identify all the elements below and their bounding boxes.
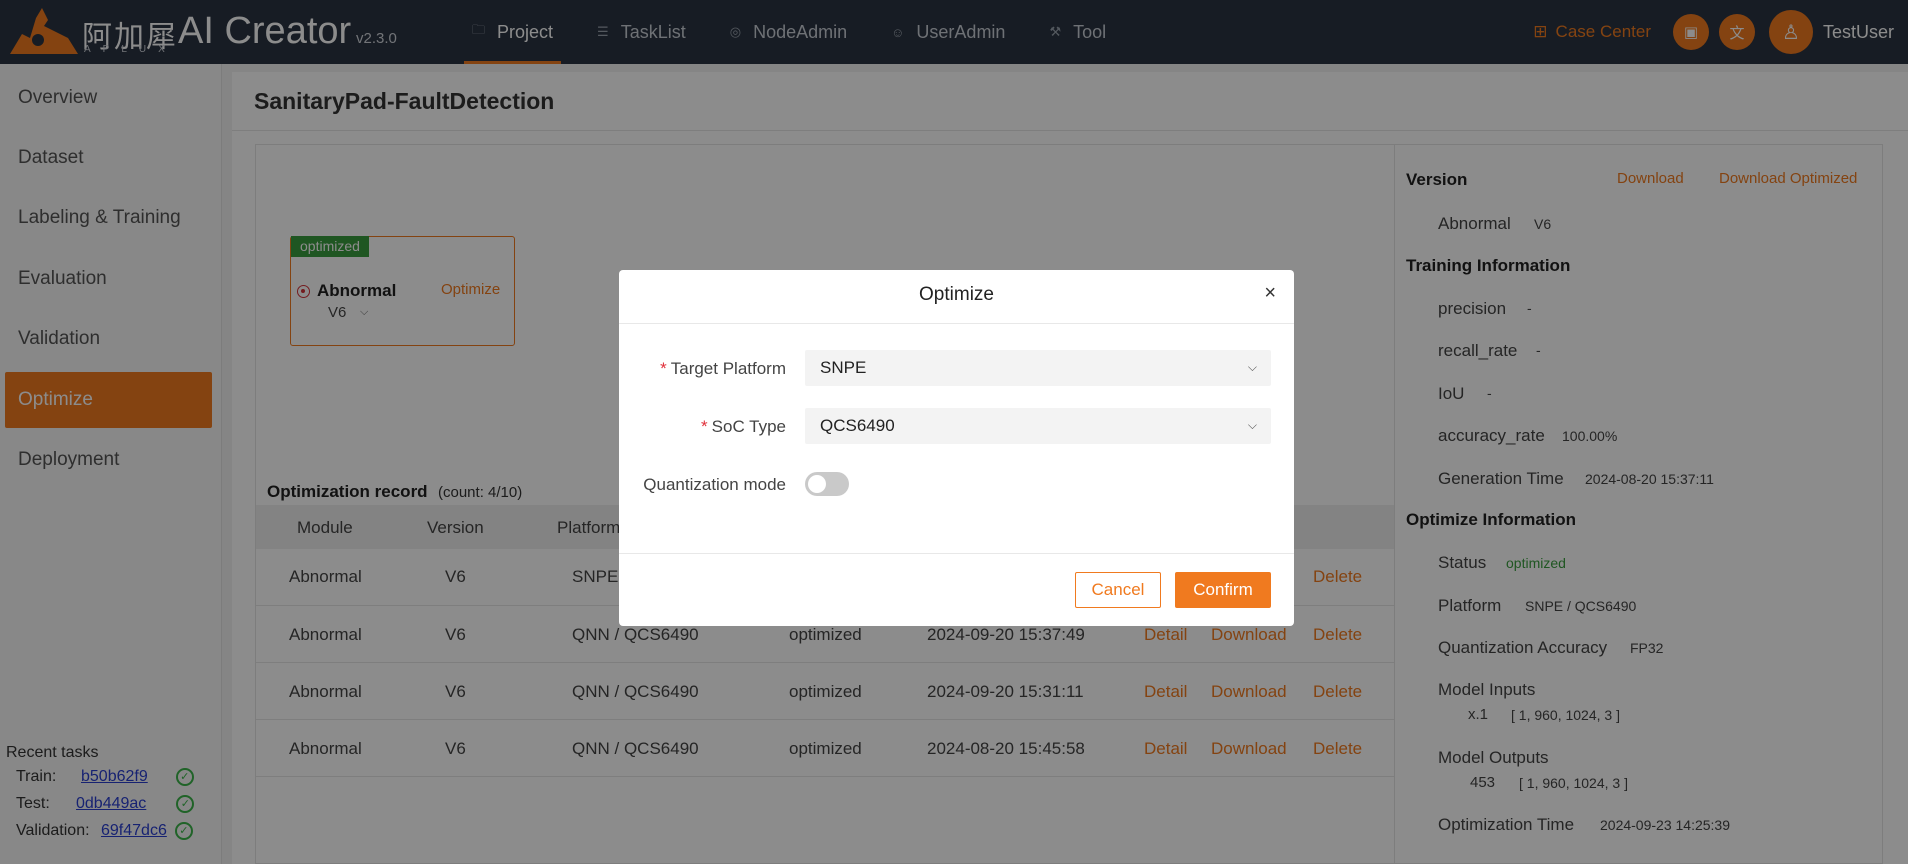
target-platform-value: SNPE bbox=[820, 358, 867, 377]
close-icon[interactable]: × bbox=[1264, 282, 1276, 305]
soc-type-label: * SoC Type bbox=[639, 417, 786, 437]
cancel-button[interactable]: Cancel bbox=[1075, 572, 1161, 608]
quantization-mode-label: Quantization mode bbox=[643, 475, 786, 494]
required-mark: * bbox=[701, 417, 708, 436]
chevron-down-icon: ⌵ bbox=[1247, 360, 1257, 374]
required-mark: * bbox=[660, 359, 667, 378]
divider bbox=[619, 323, 1294, 324]
chevron-down-icon: ⌵ bbox=[1247, 418, 1257, 432]
divider bbox=[619, 553, 1294, 554]
soc-type-value: QCS6490 bbox=[820, 416, 895, 435]
modal-title: Optimize bbox=[919, 284, 994, 305]
soc-type-select[interactable]: QCS6490 ⌵ bbox=[805, 408, 1271, 444]
target-platform-label-text: Target Platform bbox=[670, 359, 786, 378]
optimize-modal: Optimize × * Target Platform SNPE ⌵ * SoC … bbox=[619, 270, 1294, 626]
target-platform-select[interactable]: SNPE ⌵ bbox=[805, 350, 1271, 386]
target-platform-label: * Target Platform bbox=[639, 359, 786, 379]
quantization-mode-toggle[interactable] bbox=[805, 472, 849, 496]
confirm-button[interactable]: Confirm bbox=[1175, 572, 1271, 608]
soc-type-label-text: SoC Type bbox=[711, 417, 786, 436]
toggle-knob bbox=[808, 475, 826, 493]
